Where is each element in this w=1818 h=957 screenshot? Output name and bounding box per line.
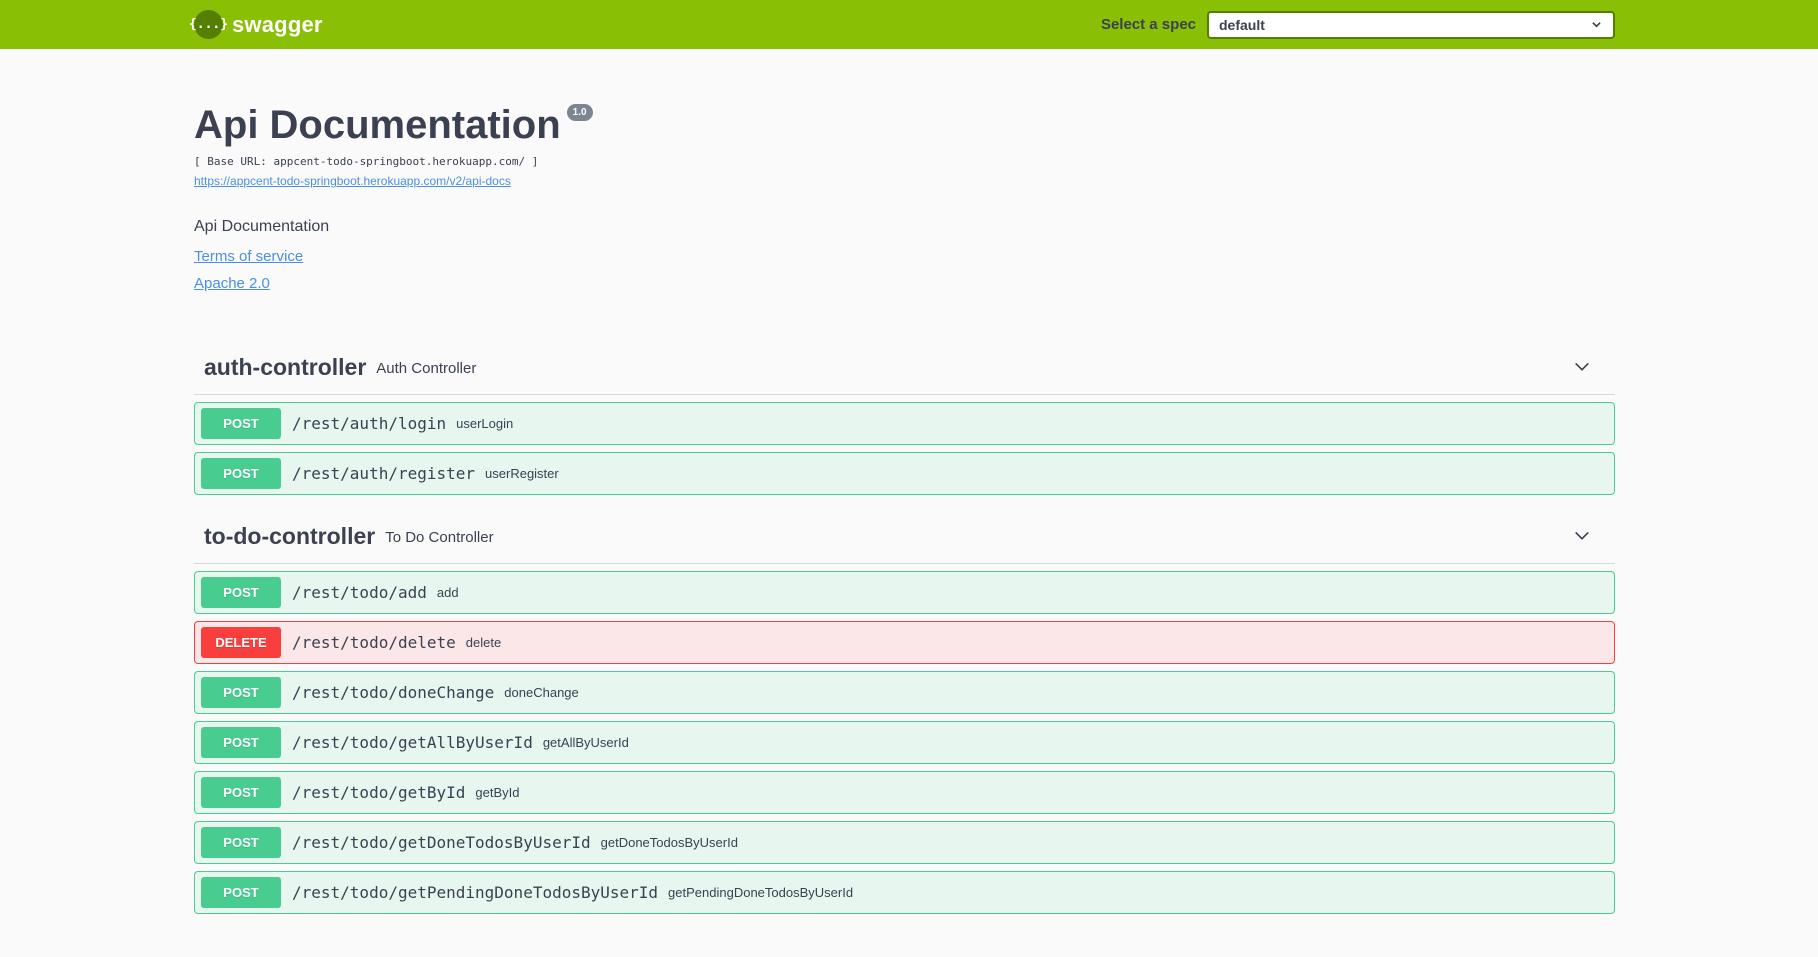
operation-id: delete (465, 635, 502, 650)
tag-description: To Do Controller (385, 528, 494, 546)
operation-id: userRegister (485, 466, 559, 481)
operation-row[interactable]: POST/rest/todo/getById getById (194, 771, 1615, 814)
method-badge: POST (201, 877, 281, 908)
base-url: [ Base URL: appcent-todo-springboot.hero… (194, 155, 539, 168)
operation-row[interactable]: POST/rest/todo/getDoneTodosByUserId getDo… (194, 821, 1615, 864)
operation-id: add (436, 585, 459, 600)
tag-name: auth-controller (204, 353, 367, 380)
operation-id: getAllByUserId (542, 735, 629, 750)
method-badge: POST (201, 777, 281, 808)
spec-select-value: default (1219, 16, 1265, 33)
operation-row[interactable]: POST/rest/todo/getAllByUserId getAllByUse… (194, 721, 1615, 764)
spec-selector: Select a spec default (1100, 10, 1615, 39)
swagger-logo[interactable]: {...} swagger (189, 10, 323, 39)
operation-id: getPendingDoneTodosByUserId (668, 885, 854, 900)
license-link[interactable]: Apache 2.0 (194, 275, 1615, 292)
api-info: Api Documentation 1.0 [ Base URL: appcen… (194, 104, 1615, 292)
operation-path: /rest/todo/getById (292, 783, 466, 802)
spec-label: Select a spec (1100, 16, 1196, 33)
method-badge: POST (201, 677, 281, 708)
api-description: Api Documentation (194, 218, 330, 235)
chevron-down-icon (1592, 22, 1601, 28)
operation-path: /rest/todo/getPendingDoneTodosByUserId (292, 883, 659, 902)
operation-row[interactable]: POST/rest/todo/add add (194, 571, 1615, 614)
operation-path: /rest/todo/delete (292, 633, 456, 652)
operation-path: /rest/todo/getDoneTodosByUserId (292, 833, 591, 852)
operation-row[interactable]: POST/rest/todo/doneChange doneChange (194, 671, 1615, 714)
method-badge: POST (201, 827, 281, 858)
tag-section-to-do-controller: to-do-controller To Do Controller POST/res… (194, 509, 1615, 914)
operation-row[interactable]: POST/rest/auth/register userRegister (194, 452, 1615, 495)
method-badge: POST (201, 577, 281, 608)
brand-name: swagger (232, 11, 323, 37)
operation-id: getById (475, 785, 520, 800)
api-docs-link[interactable]: https://appcent-todo-springboot.herokuap… (194, 174, 511, 188)
version-badge: 1.0 (566, 104, 593, 121)
tag-description: Auth Controller (376, 359, 477, 377)
operation-row[interactable]: POST/rest/auth/login userLogin (194, 402, 1615, 445)
page-title: Api Documentation (194, 103, 561, 147)
operation-path: /rest/auth/register (292, 464, 476, 483)
operation-id: doneChange (504, 685, 579, 700)
tag-section-auth-controller: auth-controller Auth Controller POST/rest/… (194, 340, 1615, 495)
method-badge: POST (201, 727, 281, 758)
operation-id: userLogin (456, 416, 514, 431)
main-content: Api Documentation 1.0 [ Base URL: appcen… (194, 49, 1615, 914)
tag-header[interactable]: auth-controller Auth Controller (194, 340, 1615, 395)
operation-row[interactable]: DELETE/rest/todo/delete delete (194, 621, 1615, 664)
operation-path: /rest/todo/doneChange (292, 683, 495, 702)
operation-id: getDoneTodosByUserId (600, 835, 738, 850)
operations-list: auth-controller Auth Controller POST/rest/… (194, 340, 1615, 914)
operation-path: /rest/todo/getAllByUserId (292, 733, 533, 752)
topbar: {...} swagger Select a spec default (0, 0, 1818, 49)
chevron-down-icon[interactable] (1573, 527, 1591, 545)
operation-row[interactable]: POST/rest/todo/getPendingDoneTodosByUser… (194, 871, 1615, 914)
terms-of-service-link[interactable]: Terms of service (194, 248, 1615, 265)
operation-path: /rest/todo/add (292, 583, 427, 602)
method-badge: DELETE (201, 627, 281, 658)
spec-select[interactable]: default (1207, 10, 1615, 39)
tag-name: to-do-controller (204, 522, 376, 549)
chevron-down-icon[interactable] (1573, 358, 1591, 376)
tag-header[interactable]: to-do-controller To Do Controller (194, 509, 1615, 564)
operation-path: /rest/auth/login (292, 414, 447, 433)
method-badge: POST (201, 458, 281, 489)
swagger-logo-icon: {...} (189, 10, 228, 39)
method-badge: POST (201, 408, 281, 439)
